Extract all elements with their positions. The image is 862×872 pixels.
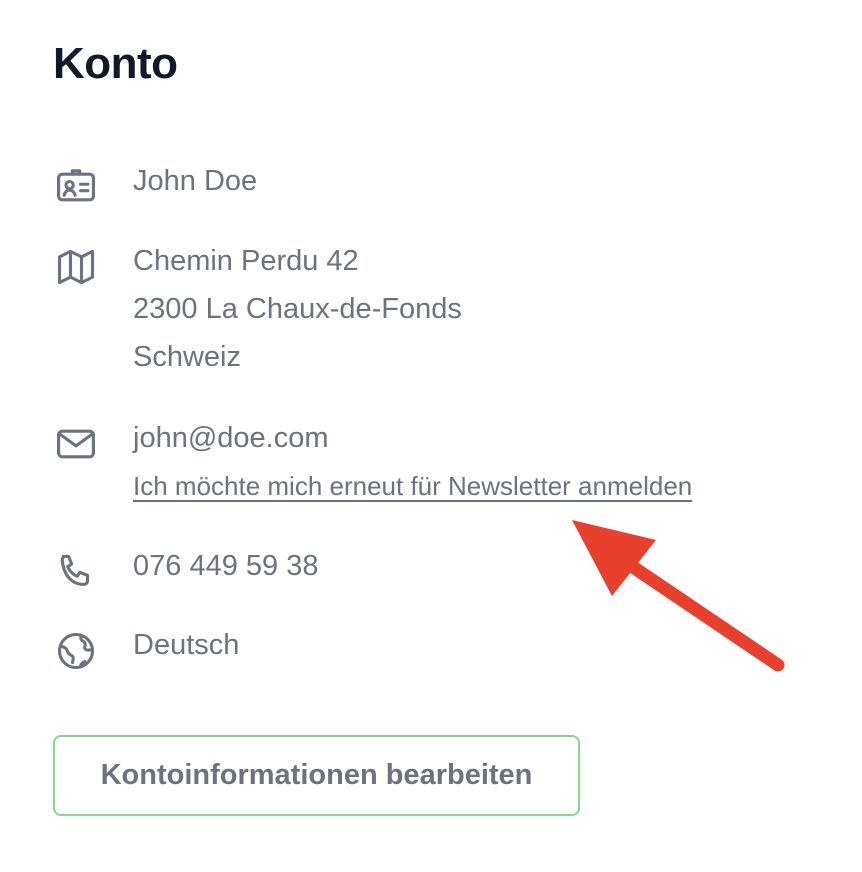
account-language: Deutsch (133, 629, 240, 661)
id-card-icon (53, 164, 99, 210)
envelope-icon (53, 421, 99, 467)
phone-icon (53, 549, 99, 595)
page-title: Konto (53, 39, 178, 88)
address-city: 2300 La Chaux-de-Fonds (133, 293, 462, 325)
newsletter-resubscribe-link[interactable]: Ich möchte mich erneut für Newsletter an… (133, 469, 692, 503)
account-name: John Doe (133, 165, 258, 197)
edit-account-info-button[interactable]: Kontoinformationen bearbeiten (53, 735, 580, 816)
account-email: john@doe.com (133, 422, 329, 454)
map-icon (53, 244, 99, 290)
account-address-row: Chemin Perdu 42 2300 La Chaux-de-Fonds S… (53, 245, 462, 381)
globe-icon (53, 628, 99, 674)
red-arrow (572, 520, 785, 672)
account-name-row: John Doe (53, 165, 257, 210)
account-language-row: Deutsch (53, 629, 239, 674)
address-street: Chemin Perdu 42 (133, 245, 359, 277)
account-phone-row: 076 449 59 38 (53, 550, 318, 595)
account-phone: 076 449 59 38 (133, 550, 319, 582)
address-country: Schweiz (133, 341, 241, 373)
account-email-row: john@doe.com Ich möchte mich erneut für … (53, 422, 692, 510)
